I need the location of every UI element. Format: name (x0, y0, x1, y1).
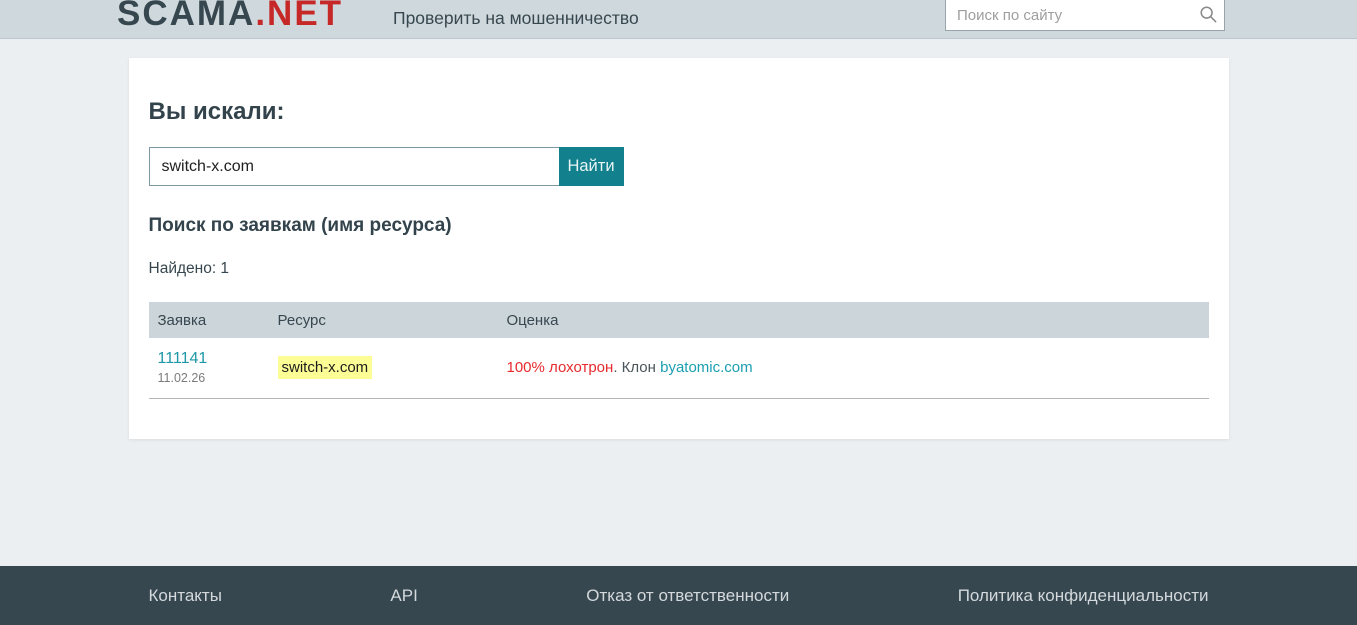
request-cell: 111141 11.02.26 (149, 338, 269, 398)
footer-links: Контакты API Отказ от ответственности По… (149, 586, 1209, 606)
table-header-row: Заявка Ресурс Оценка (149, 302, 1209, 338)
column-header-resource: Ресурс (269, 302, 498, 338)
logo-primary-text: SCAMA (117, 0, 255, 33)
footer-link-api[interactable]: API (390, 586, 417, 606)
logo-secondary-text: .NET (255, 0, 343, 33)
site-search (945, 0, 1225, 31)
site-tagline: Проверить на мошенничество (393, 0, 639, 36)
resource-cell: switch-x.com (269, 338, 498, 398)
rating-cell: 100% лохотрон. Клон byatomic.com (498, 338, 1209, 398)
table-row: 111141 11.02.26 switch-x.com 100% лохотр… (149, 338, 1209, 398)
results-table: Заявка Ресурс Оценка 111141 11.02.26 swi… (149, 302, 1209, 399)
footer-link-privacy[interactable]: Политика конфиденциальности (958, 586, 1209, 606)
column-header-request: Заявка (149, 302, 269, 338)
resource-name-highlight: switch-x.com (278, 356, 373, 379)
footer-link-contacts[interactable]: Контакты (149, 586, 222, 606)
header: SCAMA.NET Проверить на мошенничество (0, 0, 1357, 39)
results-count: Найдено: 1 (149, 260, 1209, 278)
verdict-suffix: . Клон (613, 359, 660, 376)
verdict-text: 100% лохотрон (507, 359, 614, 376)
results-card: Вы искали: Найти Поиск по заявкам (имя р… (129, 58, 1229, 439)
clone-site-link[interactable]: byatomic.com (660, 359, 753, 376)
site-logo[interactable]: SCAMA.NET (117, 0, 343, 33)
site-search-input[interactable] (945, 0, 1225, 31)
search-submit-button[interactable]: Найти (559, 147, 624, 186)
footer: Контакты API Отказ от ответственности По… (0, 566, 1357, 625)
search-query-input[interactable] (149, 147, 559, 186)
section-heading: Поиск по заявкам (имя ресурса) (149, 215, 1209, 237)
request-id-link[interactable]: 111141 (158, 350, 208, 368)
footer-link-disclaimer[interactable]: Отказ от ответственности (586, 586, 789, 606)
searched-heading: Вы искали: (149, 98, 1209, 126)
search-form: Найти (149, 147, 624, 186)
column-header-rating: Оценка (498, 302, 1209, 338)
request-date: 11.02.26 (158, 371, 269, 385)
